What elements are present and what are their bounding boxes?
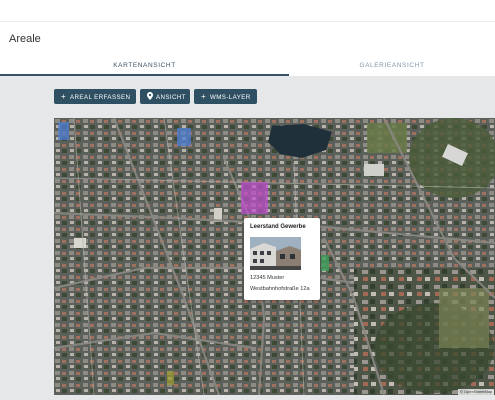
page-title: Areale	[9, 33, 41, 45]
area-marker-blue-1	[58, 122, 69, 140]
wms-layer-button[interactable]: + WMS-LAYER	[194, 89, 257, 104]
areal-erfassen-button[interactable]: + AREAL ERFASSEN	[54, 89, 136, 104]
area-marker-blue-2	[177, 128, 191, 146]
popup-street: Westbahnhofstraße 12a	[250, 286, 310, 292]
plus-icon: +	[60, 92, 67, 101]
popup-zip-city: 12345 Muster	[250, 275, 285, 281]
tab-kartenansicht[interactable]: KARTENANSICHT	[0, 56, 289, 76]
view-tabs: KARTENANSICHT GALERIEANSICHT	[0, 56, 495, 76]
map-attribution[interactable]: © OpenStreetMap	[458, 389, 495, 395]
map-pin-icon	[146, 89, 153, 104]
popup-photo	[250, 237, 301, 270]
tab-galerieansicht[interactable]: GALERIEANSICHT	[289, 56, 495, 76]
popup-title: Leerstand Gewerbe	[250, 224, 306, 230]
area-marker-olive	[167, 371, 174, 385]
page-header: Areale	[0, 22, 495, 56]
plus-icon: +	[200, 92, 207, 101]
top-bar	[0, 0, 495, 22]
ansicht-label: ANSICHT	[156, 94, 186, 101]
area-popup[interactable]: Leerstand Gewerbe 12345 Muster Westbahnh…	[244, 218, 320, 300]
areal-erfassen-label: AREAL ERFASSEN	[70, 94, 131, 101]
area-marker-magenta	[241, 182, 268, 214]
area-marker-green	[321, 255, 329, 271]
wms-layer-label: WMS-LAYER	[210, 94, 251, 101]
active-tab-indicator	[0, 74, 289, 76]
ansicht-button[interactable]: ANSICHT	[140, 89, 190, 104]
